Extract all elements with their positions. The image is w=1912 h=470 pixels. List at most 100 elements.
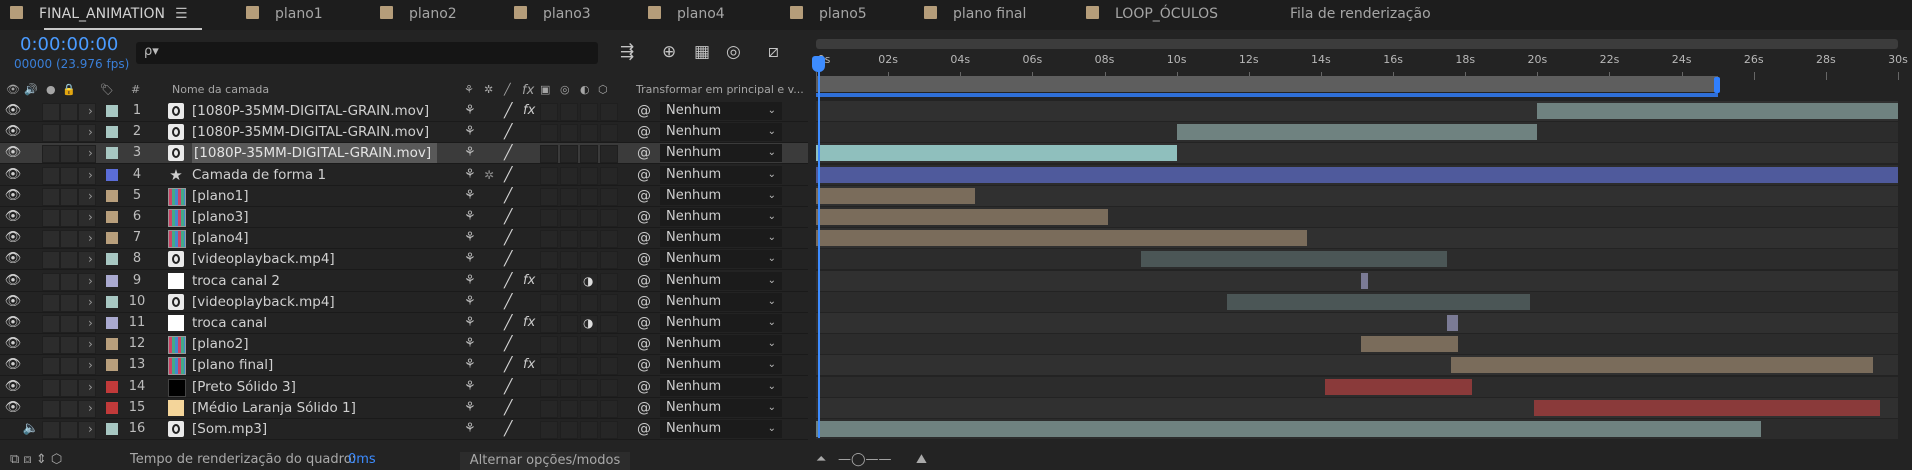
switch-box[interactable] (560, 293, 578, 312)
switch-box[interactable] (580, 124, 598, 143)
tab-2[interactable]: plano2 (380, 0, 457, 30)
switch-box[interactable] (60, 336, 78, 355)
layer-name[interactable]: [videoplayback.mp4] (192, 249, 335, 269)
quality-switch-icon[interactable]: ╱ (504, 143, 512, 163)
switch-box[interactable] (60, 293, 78, 312)
comp-marker-icon[interactable]: ⊕ (662, 42, 676, 62)
render-icon[interactable]: ⧉ ⧈ ⇕ ⬡ (10, 452, 62, 467)
parent-dropdown[interactable]: Nenhum ⌄ (660, 186, 782, 205)
switch-box[interactable] (540, 124, 558, 143)
switch-box[interactable] (540, 336, 558, 355)
visibility-eye-icon[interactable]: 👁 (4, 207, 22, 227)
switch-box[interactable] (42, 378, 60, 397)
pick-whip-icon[interactable]: @ (637, 228, 651, 248)
layer-duration-bar[interactable] (816, 230, 1307, 247)
shy-switch-icon[interactable]: ⚘ (464, 313, 476, 333)
switch-box[interactable] (42, 251, 60, 270)
switch-box[interactable] (540, 421, 558, 439)
parent-dropdown[interactable]: Nenhum ⌄ (660, 420, 782, 438)
label-color-swatch[interactable] (106, 295, 118, 308)
quality-switch-icon[interactable]: ╱ (504, 271, 512, 291)
layer-duration-bar[interactable] (816, 145, 1177, 162)
layer-row[interactable]: 👁 › 3 [1080P-35MM-DIGITAL-GRAIN.mov] ⚘ ╱ @ Nenh… (0, 143, 808, 165)
search-input[interactable]: ρ▾ (136, 42, 598, 64)
switch-box[interactable] (560, 124, 578, 143)
expand-arrow-icon[interactable]: › (88, 165, 93, 185)
fx-icon[interactable]: fx (522, 83, 534, 98)
parent-dropdown[interactable]: Nenhum ⌄ (660, 229, 782, 248)
zoom-slider[interactable]: —◯—— (838, 452, 892, 467)
effects-switch-icon[interactable]: fx (523, 355, 535, 375)
switch-box[interactable] (580, 103, 598, 121)
parent-dropdown[interactable]: Nenhum ⌄ (660, 356, 782, 375)
quality-switch-icon[interactable]: ╱ (504, 101, 512, 121)
layer-name[interactable]: [Som.mp3] (192, 419, 267, 439)
layer-duration-bar[interactable] (1450, 357, 1873, 374)
switch-box[interactable] (78, 293, 96, 312)
visibility-eye-icon[interactable]: 👁 (4, 355, 22, 375)
switch-box[interactable] (42, 145, 60, 164)
zoom-out-icon[interactable]: ⏶ (816, 452, 826, 467)
layer-row[interactable]: 👁 › 7 [plano4] ⚘ ╱ @ Nenhum ⌄ (0, 228, 808, 250)
switch-box[interactable] (78, 166, 96, 185)
panel-menu-icon[interactable]: ☰ (175, 0, 188, 28)
switch-box[interactable] (560, 378, 578, 397)
switch-box[interactable] (78, 421, 96, 439)
switch-box[interactable] (600, 315, 618, 333)
label-color-swatch[interactable] (106, 253, 118, 266)
visibility-eye-icon[interactable]: 👁 (4, 292, 22, 312)
layer-row[interactable]: 👁 › 11 troca canal ⚘ ╱ fx ◑ @ Nenhum ⌄ (0, 313, 808, 334)
expand-arrow-icon[interactable]: › (88, 377, 93, 397)
switch-box[interactable] (60, 187, 78, 206)
switch-box[interactable] (60, 421, 78, 439)
switch-box[interactable] (78, 103, 96, 121)
tab-7[interactable]: LOOP_ÓCULOS (1086, 0, 1218, 30)
layer-duration-bar[interactable] (1176, 124, 1538, 141)
layer-row[interactable]: 👁 › 1 [1080P-35MM-DIGITAL-GRAIN.mov] ⚘ ╱ fx @ Ne… (0, 101, 808, 122)
effects-switch-icon[interactable]: fx (523, 313, 535, 333)
visibility-eye-icon[interactable]: 👁 (4, 334, 22, 354)
switch-box[interactable] (540, 230, 558, 249)
quality-switch-icon[interactable]: ╱ (504, 398, 512, 418)
parent-dropdown[interactable]: Nenhum ⌄ (660, 102, 782, 120)
tab-1[interactable]: plano1 (246, 0, 323, 30)
layer-duration-bar[interactable] (816, 421, 1761, 437)
switch-box[interactable] (540, 187, 558, 206)
shy-switch-icon[interactable]: ⚘ (464, 292, 476, 312)
visibility-eye-icon[interactable]: 👁 (4, 398, 22, 418)
visibility-eye-icon[interactable]: 👁 (4, 186, 22, 206)
frame-blend-col-icon[interactable]: ▣ (540, 83, 550, 96)
quality-switch-icon[interactable]: ╱ (504, 313, 512, 333)
visibility-eye-icon[interactable]: 👁 (4, 377, 22, 397)
switch-box[interactable] (540, 166, 558, 185)
quality-icon[interactable]: ╱ (504, 83, 511, 96)
3d-icon[interactable]: ⬡ (598, 83, 608, 96)
switch-box[interactable] (78, 230, 96, 249)
switch-box[interactable] (540, 251, 558, 270)
label-color-swatch[interactable] (106, 274, 118, 287)
parent-dropdown[interactable]: Nenhum ⌄ (660, 377, 782, 396)
switch-box[interactable] (60, 209, 78, 227)
effects-switch-icon[interactable]: fx (523, 101, 535, 121)
work-area-end-handle[interactable] (1713, 77, 1720, 93)
adjustment-icon[interactable]: ◐ (580, 83, 590, 96)
layer-name[interactable]: [plano final] (192, 355, 273, 375)
switch-box[interactable] (560, 251, 578, 270)
switch-box[interactable] (560, 209, 578, 227)
label-color-swatch[interactable] (106, 168, 118, 181)
layer-name[interactable]: troca canal 2 (192, 271, 280, 291)
switch-box[interactable] (560, 399, 578, 418)
shy-switch-icon[interactable]: ⚘ (464, 143, 476, 163)
switch-box[interactable] (78, 336, 96, 355)
shy-switch-icon[interactable]: ⚘ (464, 271, 476, 291)
switch-box[interactable] (60, 145, 78, 164)
expand-arrow-icon[interactable]: › (88, 228, 93, 248)
switch-box[interactable] (540, 209, 558, 227)
layer-duration-bar[interactable] (1447, 315, 1458, 331)
parent-dropdown[interactable]: Nenhum ⌄ (660, 271, 782, 290)
label-color-swatch[interactable] (106, 380, 118, 393)
label-color-swatch[interactable] (106, 401, 118, 414)
col-layer-name[interactable]: Nome da camada (172, 83, 269, 96)
motion-blur-col-icon[interactable]: ◎ (560, 83, 570, 96)
label-color-swatch[interactable] (106, 189, 118, 202)
